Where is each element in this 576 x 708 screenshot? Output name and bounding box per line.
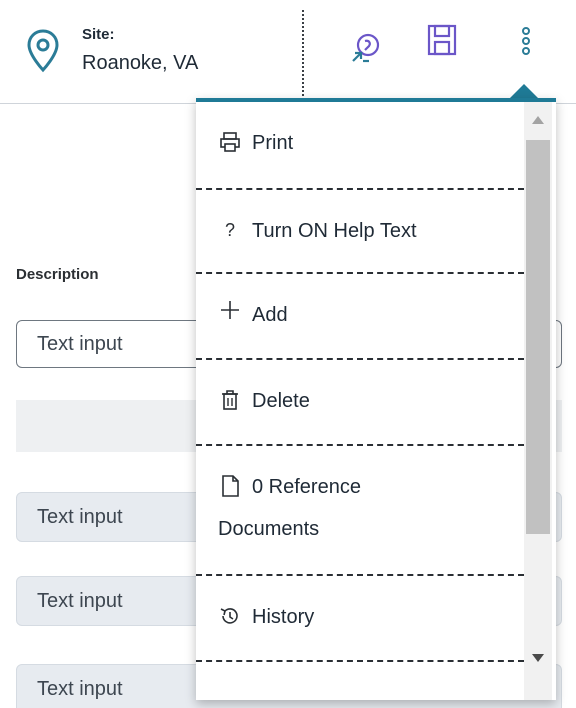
menu-item-label: Delete [252, 390, 310, 412]
menu-item-add[interactable]: Add [196, 274, 524, 360]
print-icon [218, 130, 242, 154]
more-options-menu: Print ? Turn ON Help Text Add Delete 0 R… [196, 98, 556, 700]
description-label: Description [16, 266, 99, 283]
site-label: Site: [82, 26, 115, 43]
trash-icon [218, 388, 242, 412]
scroll-up-arrow-icon[interactable] [532, 116, 544, 124]
menu-item-reference-documents[interactable]: 0 Reference Documents [196, 446, 524, 576]
menu-item-label-line2: Documents [218, 518, 320, 540]
menu-item-label: Turn ON Help Text [252, 220, 417, 242]
history-icon [218, 604, 242, 628]
menu-item-history[interactable]: History [196, 576, 524, 662]
header-divider [302, 10, 304, 104]
scrollbar-thumb[interactable] [526, 140, 550, 534]
app-header: Site: Roanoke, VA [0, 0, 576, 104]
menu-item-label: History [252, 606, 315, 628]
help-icon: ? [224, 219, 235, 240]
menu-item-label: Add [252, 304, 288, 326]
menu-scrollbar[interactable] [524, 102, 552, 700]
document-icon [218, 474, 242, 498]
menu-item-delete[interactable]: Delete [196, 360, 524, 446]
plus-icon [218, 298, 242, 322]
menu-item-label: 0 Reference [252, 476, 361, 498]
more-vertical-icon[interactable] [508, 24, 544, 60]
menu-item-label: Print [252, 132, 294, 154]
menu-item-help-text[interactable]: ? Turn ON Help Text [196, 190, 524, 274]
save-icon[interactable] [424, 22, 460, 58]
menu-item-print[interactable]: Print [196, 102, 524, 190]
scroll-down-arrow-icon[interactable] [532, 654, 544, 662]
site-value[interactable]: Roanoke, VA [82, 52, 198, 75]
sync-icon[interactable] [348, 30, 384, 66]
map-pin-icon [27, 29, 59, 73]
